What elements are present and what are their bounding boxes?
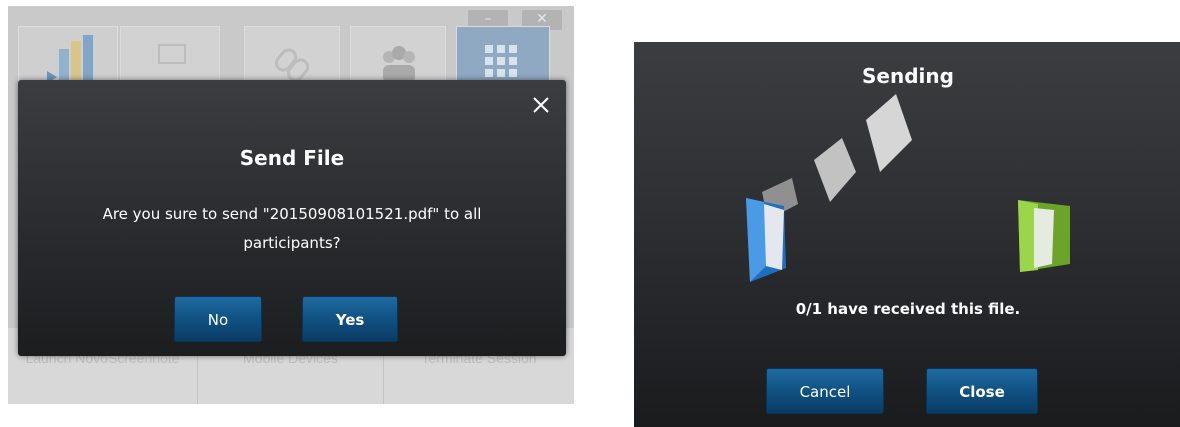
transfer-status: 0/1 have received this file. [795,300,1021,318]
cancel-button[interactable]: Cancel [766,368,884,414]
dialog-title: Send File [239,146,345,170]
send-file-dialog: Send File Are you sure to send "20150908… [18,80,566,356]
destination-folder-icon [1018,200,1070,272]
flying-page-icon [814,138,856,202]
sending-dialog: Sending 0/1 have received this file. Can… [634,42,1180,427]
flying-page-icon [866,94,912,172]
close-icon[interactable] [530,94,552,116]
close-button[interactable]: Close [926,368,1038,414]
file-transfer-animation [746,94,1070,282]
source-folder-icon [746,198,786,282]
yes-button[interactable]: Yes [302,296,398,342]
no-button[interactable]: No [174,296,262,342]
dialog-message: Are you sure to send "20150908101521.pdf… [102,205,482,252]
